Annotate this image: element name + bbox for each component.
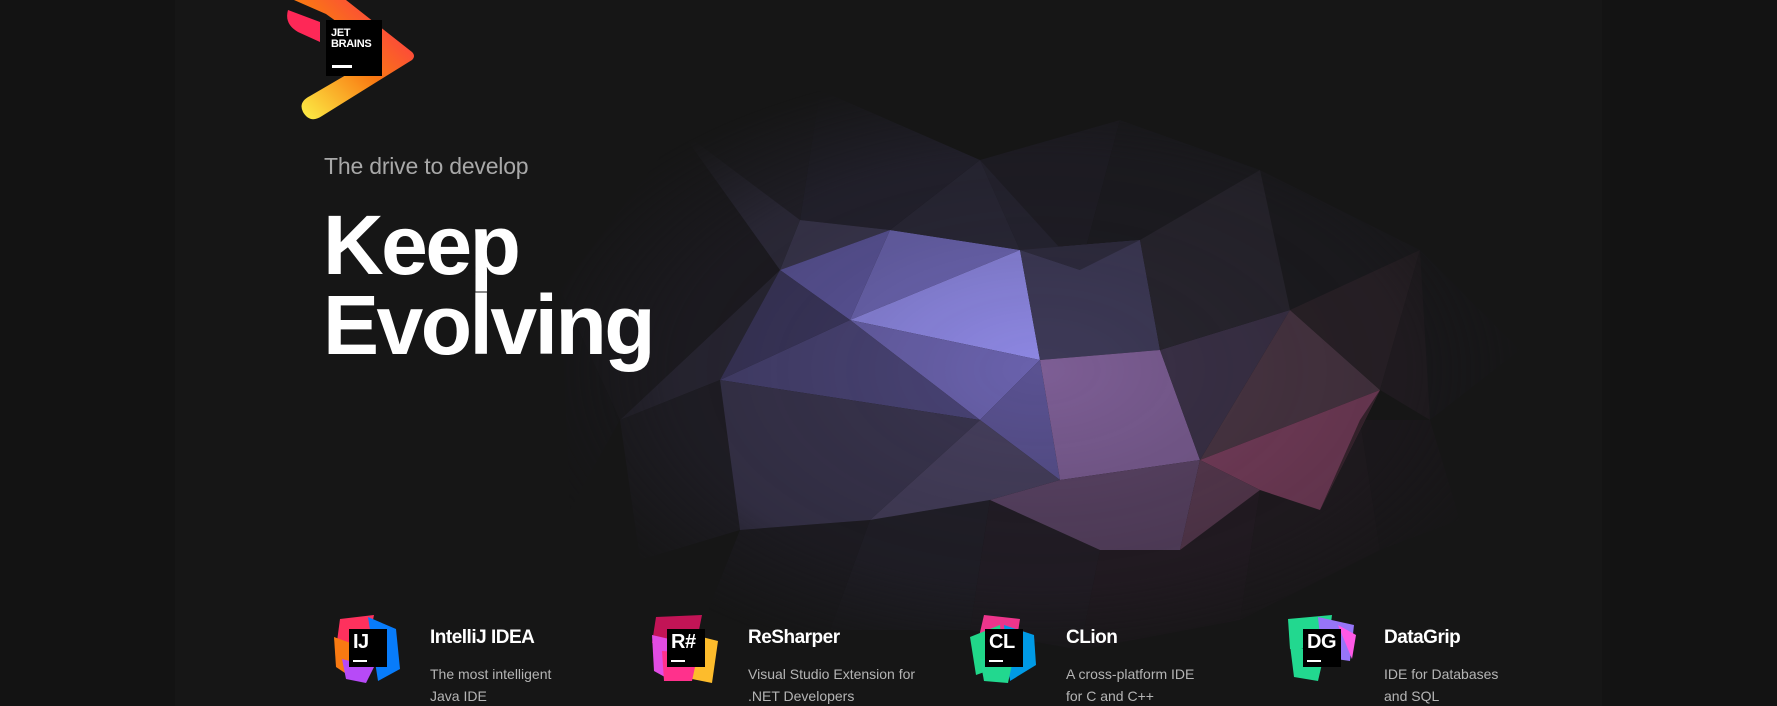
product-description-line-2: for C and C++ [1066, 688, 1154, 704]
product-clion[interactable]: CL CLion A cross-platform IDE for C and … [970, 615, 1270, 706]
product-description-line-1: A cross-platform IDE [1066, 666, 1195, 682]
logo-underscore [332, 65, 352, 68]
clion-icon-letters: CL [989, 631, 1015, 653]
product-intellij-idea[interactable]: IJ IntelliJ IDEA The most intelligent Ja… [334, 615, 634, 706]
hero-tagline: The drive to develop [324, 153, 529, 179]
datagrip-icon-letters: DG [1307, 631, 1337, 653]
product-description: Visual Studio Extension for .NET Develop… [748, 663, 948, 706]
left-gutter [0, 0, 175, 706]
logo-line-2: BRAINS [331, 38, 372, 50]
jetbrains-logo[interactable]: JET BRAINS [286, 0, 422, 122]
hero-headline: Keep Evolving [323, 198, 656, 372]
product-name[interactable]: IntelliJ IDEA [430, 627, 535, 649]
resharper-icon-box: R# [667, 629, 705, 667]
hero-headline-line-1: Keep [323, 198, 521, 292]
product-description-line-1: The most intelligent [430, 666, 552, 682]
product-description-line-2: Java IDE [430, 688, 487, 704]
product-description-line-1: IDE for Databases [1384, 666, 1499, 682]
product-description: A cross-platform IDE for C and C++ [1066, 663, 1266, 706]
page: JET BRAINS The drive to develop Keep Evo… [0, 0, 1777, 706]
hero-headline-line-2: Evolving [323, 278, 656, 372]
product-description: The most intelligent Java IDE [430, 663, 630, 706]
product-name[interactable]: DataGrip [1384, 627, 1461, 649]
intellij-idea-icon-bar [353, 660, 367, 662]
logo-box: JET BRAINS [326, 20, 382, 76]
intellij-idea-icon-letters: IJ [353, 631, 369, 653]
hero-lowpoly-art [560, 90, 1520, 650]
resharper-icon-bar [671, 660, 685, 662]
product-list: IJ IntelliJ IDEA The most intelligent Ja… [334, 615, 1634, 706]
product-description: IDE for Databases and SQL [1384, 663, 1584, 706]
product-resharper[interactable]: R# ReSharper Visual Studio Extension for… [652, 615, 952, 706]
datagrip-icon-box: DG [1303, 629, 1341, 667]
product-description-line-2: .NET Developers [748, 688, 855, 704]
resharper-icon-letters: R# [671, 631, 696, 653]
clion-icon-box: CL [985, 629, 1023, 667]
product-description-line-1: Visual Studio Extension for [748, 666, 916, 682]
intellij-idea-icon-box: IJ [349, 629, 387, 667]
clion-icon-bar [989, 660, 1003, 662]
datagrip-icon-bar [1307, 660, 1321, 662]
logo-wordmark: JET BRAINS [331, 28, 372, 50]
product-datagrip[interactable]: DG DataGrip IDE for Databases and SQL [1288, 615, 1588, 706]
product-description-line-2: and SQL [1384, 688, 1440, 704]
product-name[interactable]: CLion [1066, 627, 1118, 649]
product-name[interactable]: ReSharper [748, 627, 840, 649]
right-gutter [1602, 0, 1777, 706]
